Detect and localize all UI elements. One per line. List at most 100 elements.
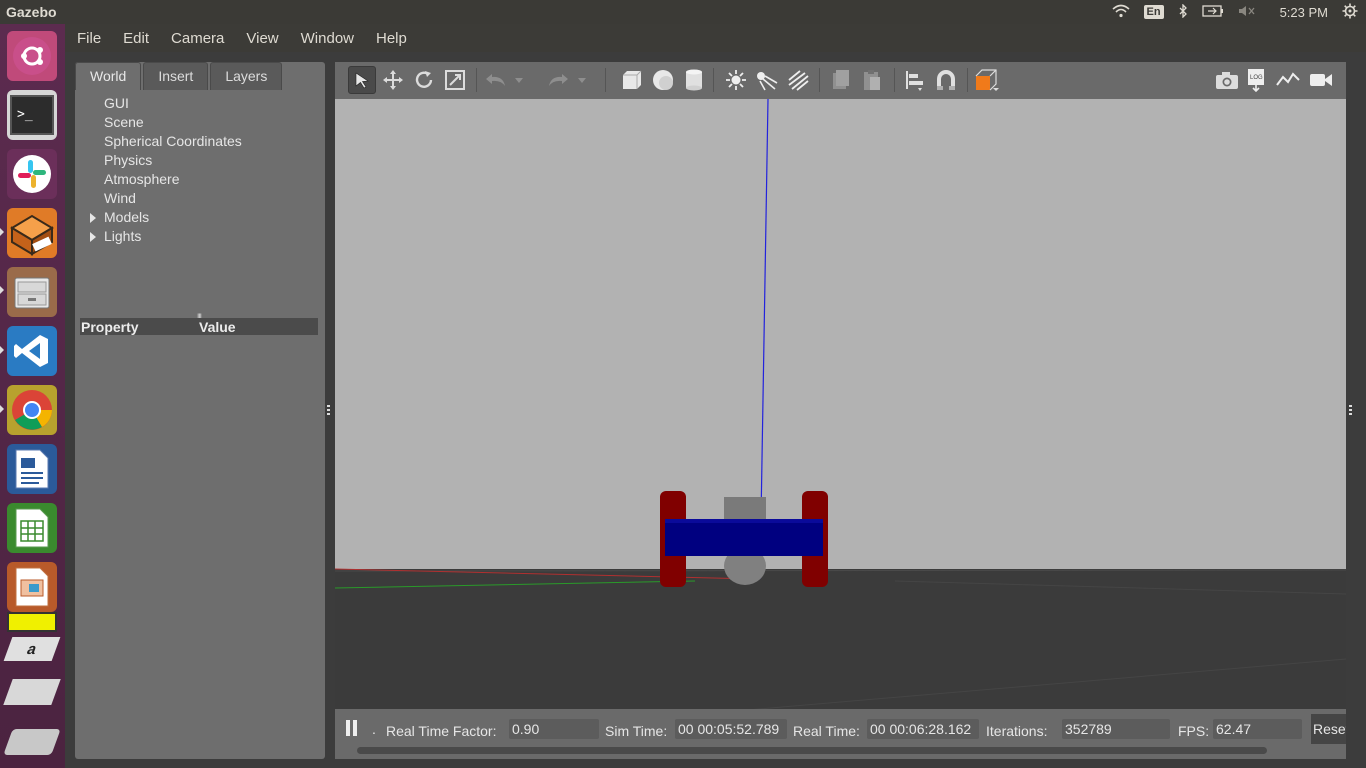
tab-layers[interactable]: Layers — [210, 62, 283, 90]
toolbar-separator — [713, 68, 714, 92]
toolbar-separator — [894, 68, 895, 92]
menu-help[interactable]: Help — [376, 30, 418, 47]
right-panel-resize-handle[interactable] — [1349, 405, 1353, 415]
iterations-label: Iterations: — [986, 723, 1048, 739]
menu-window[interactable]: Window — [301, 30, 365, 47]
system-tray: En 5:23 PM — [1111, 0, 1358, 24]
clock[interactable]: 5:23 PM — [1280, 5, 1328, 20]
svg-text:LOG: LOG — [1250, 75, 1263, 81]
tree-item-label: Scene — [104, 114, 144, 130]
snap-icon[interactable] — [932, 66, 960, 94]
tree-item-models[interactable]: Models — [75, 208, 325, 227]
menu-edit[interactable]: Edit — [123, 30, 160, 47]
keyboard-layout-indicator[interactable]: En — [1143, 5, 1164, 19]
menu-bar: File Edit Camera View Window Help — [65, 24, 1366, 52]
fps-value: 62.47 — [1213, 719, 1302, 739]
robot-caster-mount[interactable] — [724, 497, 766, 522]
sphere-shape-icon[interactable] — [649, 66, 677, 94]
plot-icon[interactable] — [1274, 66, 1302, 94]
tree-item-atmosphere[interactable]: Atmosphere — [75, 170, 325, 189]
3d-viewport[interactable] — [335, 99, 1346, 709]
tree-item-label: Lights — [104, 228, 142, 244]
time-panel: . Real Time Factor: 0.90 Sim Time: 00 00… — [335, 709, 1346, 759]
spot-light-icon[interactable] — [753, 66, 781, 94]
world-panel: World Insert Layers GUI Scene Spherical … — [75, 62, 325, 759]
rotate-mode-icon[interactable] — [410, 66, 438, 94]
tree-item-gui[interactable]: GUI — [75, 94, 325, 113]
box-shape-icon[interactable] — [618, 66, 646, 94]
tree-item-label: Wind — [104, 190, 136, 206]
view-angle-icon[interactable] — [973, 66, 1001, 94]
amazon-icon[interactable]: a — [3, 636, 61, 662]
tree-item-label: Atmosphere — [104, 171, 180, 187]
undo-dropdown-icon[interactable] — [511, 66, 527, 94]
redo-icon[interactable] — [544, 66, 572, 94]
real-time-label: Real Time: — [793, 723, 860, 739]
point-light-icon[interactable] — [722, 66, 750, 94]
battery-icon[interactable] — [1201, 4, 1224, 20]
toolbar-separator — [967, 68, 968, 92]
gear-icon[interactable] — [1342, 3, 1358, 22]
translate-mode-icon[interactable] — [379, 66, 407, 94]
expand-arrow-icon[interactable] — [90, 232, 96, 242]
tree-item-label: GUI — [104, 95, 129, 111]
libreoffice-writer-icon[interactable] — [7, 444, 57, 494]
directional-light-icon[interactable] — [784, 66, 812, 94]
redo-dropdown-icon[interactable] — [574, 66, 590, 94]
workspace-switcher-icon[interactable] — [7, 610, 57, 634]
menu-camera[interactable]: Camera — [171, 30, 235, 47]
dvd-icon[interactable] — [3, 720, 61, 764]
scale-mode-icon[interactable] — [441, 66, 469, 94]
horizontal-scrollbar[interactable] — [357, 747, 1267, 754]
left-panel-resize-handle[interactable] — [327, 405, 331, 415]
render-area: LOG . Real Time Factor: 0.90 Sim Time: 0… — [335, 62, 1346, 759]
tree-item-lights[interactable]: Lights — [75, 227, 325, 246]
select-mode-icon[interactable] — [348, 66, 376, 94]
robot-chassis-top-edge — [665, 519, 823, 523]
toolbar-separator — [819, 68, 820, 92]
tree-item-spherical-coordinates[interactable]: Spherical Coordinates — [75, 132, 325, 151]
tree-item-scene[interactable]: Scene — [75, 113, 325, 132]
terminal-icon[interactable]: >_ — [7, 90, 57, 140]
paste-icon[interactable] — [858, 66, 886, 94]
running-indicator — [0, 228, 4, 236]
pause-button[interactable] — [345, 719, 359, 737]
value-column-header[interactable]: Value — [199, 319, 236, 335]
record-video-icon[interactable] — [1307, 66, 1335, 94]
menu-file[interactable]: File — [77, 30, 112, 47]
expand-arrow-icon[interactable] — [90, 213, 96, 223]
scene-overlay — [335, 99, 1346, 709]
menu-view[interactable]: View — [246, 30, 289, 47]
panel-tabs: World Insert Layers — [75, 62, 325, 90]
files-icon[interactable] — [7, 267, 57, 317]
bluetooth-icon[interactable] — [1178, 2, 1188, 21]
vscode-icon[interactable] — [7, 326, 57, 376]
property-column-header[interactable]: Property — [80, 319, 199, 335]
reset-time-button[interactable]: Reset — [1311, 714, 1346, 744]
chrome-icon[interactable] — [7, 385, 57, 435]
align-icon[interactable] — [901, 66, 929, 94]
wifi-icon[interactable] — [1111, 4, 1130, 21]
screenshot-icon[interactable] — [1213, 66, 1241, 94]
robot-chassis[interactable] — [665, 519, 823, 556]
cylinder-shape-icon[interactable] — [680, 66, 708, 94]
ubuntu-dash-icon[interactable] — [7, 31, 57, 81]
step-button[interactable]: . — [372, 721, 376, 737]
undo-icon[interactable] — [482, 66, 510, 94]
text-editor-icon[interactable] — [3, 672, 61, 712]
toolbar-separator — [605, 68, 606, 92]
tab-world[interactable]: World — [75, 62, 142, 90]
tab-insert[interactable]: Insert — [143, 62, 209, 90]
tree-item-label: Physics — [104, 152, 153, 168]
slack-icon[interactable] — [7, 149, 57, 199]
log-icon[interactable]: LOG — [1242, 66, 1270, 94]
sim-time-label: Sim Time: — [605, 723, 668, 739]
libreoffice-impress-icon[interactable] — [7, 562, 57, 612]
gazebo-icon[interactable] — [7, 208, 57, 258]
tree-item-wind[interactable]: Wind — [75, 189, 325, 208]
libreoffice-calc-icon[interactable] — [7, 503, 57, 553]
scene-toolbar: LOG — [335, 62, 1346, 99]
copy-icon[interactable] — [827, 66, 855, 94]
tree-item-physics[interactable]: Physics — [75, 151, 325, 170]
volume-muted-icon[interactable] — [1238, 5, 1256, 20]
